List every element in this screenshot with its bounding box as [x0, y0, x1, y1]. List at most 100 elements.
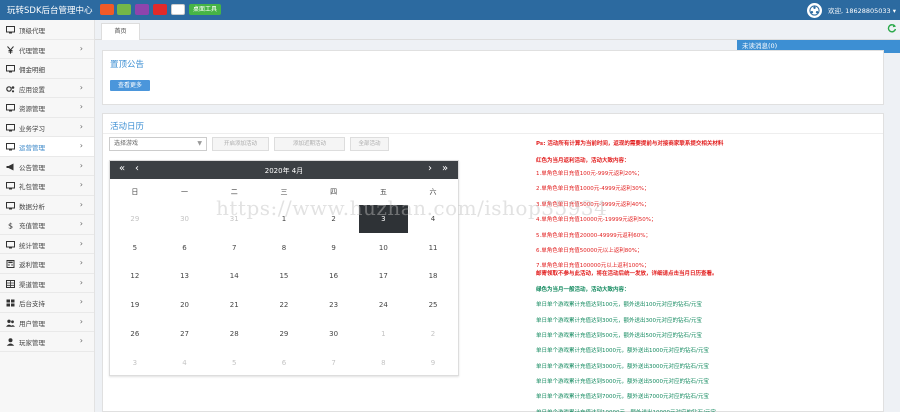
- calendar-day[interactable]: 27: [160, 320, 210, 348]
- user-welcome[interactable]: 欢迎, 18628805033 ▾: [828, 5, 896, 15]
- user-icon: [6, 338, 15, 346]
- calendar-day[interactable]: 24: [359, 291, 409, 319]
- toolbar-button-3[interactable]: [135, 4, 149, 15]
- sidebar-item-7[interactable]: 运营管理 ›: [0, 137, 94, 157]
- calendar-day[interactable]: 11: [408, 234, 458, 262]
- sidebar-item-label: 资源管理: [19, 105, 45, 113]
- sidebar-item-9[interactable]: 礼包管理 ›: [0, 176, 94, 196]
- refresh-icon[interactable]: [887, 23, 897, 33]
- game-select[interactable]: 选择游戏 ▼: [109, 137, 207, 151]
- sidebar-item-13[interactable]: 返利管理 ›: [0, 254, 94, 274]
- note-line: 红色为当月返利活动，活动大致内容：: [536, 158, 630, 164]
- watermark: https://www.huzhan.com/ishop35934: [216, 196, 608, 220]
- sidebar-item-label: 数据分析: [19, 202, 45, 211]
- calendar-day[interactable]: 7: [309, 349, 359, 377]
- note-line: 单日单个游戏累计充值达到300元，额外送出300元对应的钻石/元宝: [536, 318, 702, 324]
- sidebar-item-5[interactable]: 资源管理 ›: [0, 98, 94, 118]
- sidebar-item-3[interactable]: 佣金明细: [0, 59, 94, 79]
- sidebar-item-label: 顶级代理: [19, 27, 45, 35]
- open-add-activity-button[interactable]: 开启添加活动: [212, 137, 269, 151]
- activity-calendar-panel: 活动日历 选择游戏 ▼ 开启添加活动 添加近期活动 全部活动 « ‹ 2020年…: [102, 113, 884, 412]
- monitor-icon: [6, 143, 15, 151]
- calendar-day[interactable]: 3: [110, 349, 160, 377]
- calendar-day[interactable]: 14: [209, 262, 259, 290]
- all-activities-button[interactable]: 全部活动: [350, 137, 389, 151]
- calendar-day[interactable]: 5: [110, 234, 160, 262]
- sidebar-item-10[interactable]: 数据分析 ›: [0, 196, 94, 215]
- calendar-day[interactable]: 17: [359, 262, 409, 290]
- sidebar-item-11[interactable]: $ 充值管理 ›: [0, 215, 94, 235]
- calendar-day[interactable]: 6: [259, 349, 309, 377]
- toolbar-button-4[interactable]: [153, 4, 167, 15]
- tab-home[interactable]: 首页: [101, 23, 140, 40]
- calendar-day[interactable]: 30: [309, 320, 359, 348]
- add-recent-activity-button[interactable]: 添加近期活动: [274, 137, 345, 151]
- calendar-day[interactable]: 7: [209, 234, 259, 262]
- user-menu[interactable]: 欢迎, 18628805033 ▾: [807, 2, 896, 18]
- calendar-day[interactable]: 9: [309, 234, 359, 262]
- sidebar-item-17[interactable]: 玩家管理 ›: [0, 332, 94, 352]
- sidebar-item-15[interactable]: 后台支持 ›: [0, 293, 94, 313]
- calendar-day[interactable]: 29: [259, 320, 309, 348]
- sidebar-item-1[interactable]: 顶级代理: [0, 20, 94, 40]
- calendar-day[interactable]: 19: [110, 291, 160, 319]
- calendar-day[interactable]: 8: [259, 234, 309, 262]
- monitor-icon: [6, 182, 15, 190]
- note-line: 绿色为当月一般活动，活动大致内容：: [536, 287, 630, 293]
- calendar-day[interactable]: 9: [408, 349, 458, 377]
- calendar-day[interactable]: 2: [408, 320, 458, 348]
- calendar: « ‹ 2020年 4月 › » 日一二三四五六 29 30 31 1 2 3 4 5 6 7 8 9 1…: [109, 160, 459, 376]
- sidebar-item-label: 佣金明细: [19, 66, 45, 74]
- calendar-day[interactable]: 15: [259, 262, 309, 290]
- chevron-right-icon: ›: [79, 316, 83, 326]
- calendar-day[interactable]: 10: [359, 234, 409, 262]
- next-month-icon[interactable]: ›: [428, 164, 432, 174]
- toolbar-button-6[interactable]: 桌面工具: [189, 4, 221, 15]
- sidebar-item-14[interactable]: 渠道管理 ›: [0, 274, 94, 293]
- chevron-right-icon: ›: [79, 277, 83, 287]
- sidebar-item-2[interactable]: 代理管理 ›: [0, 40, 94, 59]
- calendar-day[interactable]: 1: [359, 320, 409, 348]
- sidebar-item-8[interactable]: 公告管理 ›: [0, 157, 94, 176]
- calendar-day[interactable]: 25: [408, 291, 458, 319]
- sidebar-item-label: 业务学习: [19, 124, 45, 133]
- toolbar-button-2[interactable]: [117, 4, 131, 15]
- view-more-button[interactable]: 查看更多: [110, 80, 150, 91]
- toolbar-button-1[interactable]: [100, 4, 114, 15]
- calendar-day[interactable]: 20: [160, 291, 210, 319]
- calendar-day[interactable]: 4: [160, 349, 210, 377]
- sidebar-item-4[interactable]: 应用设置 ›: [0, 79, 94, 98]
- sidebar-item-12[interactable]: 统计管理 ›: [0, 235, 94, 254]
- calendar-day[interactable]: 23: [309, 291, 359, 319]
- calendar-day[interactable]: 28: [209, 320, 259, 348]
- toolbar-button-label: 桌面工具: [192, 6, 217, 13]
- table-icon: [6, 279, 15, 288]
- calendar-day[interactable]: 26: [110, 320, 160, 348]
- avatar[interactable]: [807, 2, 823, 18]
- calendar-day[interactable]: 6: [160, 234, 210, 262]
- calendar-month-title: 2020年 4月: [264, 167, 304, 175]
- chevron-right-icon: ›: [79, 199, 83, 209]
- chevron-right-icon: ›: [79, 102, 83, 111]
- sidebar-item-6[interactable]: 业务学习 ›: [0, 118, 94, 137]
- chevron-right-icon: ›: [79, 336, 83, 345]
- calendar-day[interactable]: 18: [408, 262, 458, 290]
- calendar-day[interactable]: 16: [309, 262, 359, 290]
- toolbar-button-5[interactable]: [171, 4, 185, 15]
- next-year-icon[interactable]: »: [442, 164, 448, 174]
- calendar-day[interactable]: 30: [160, 205, 210, 233]
- calendar-day[interactable]: 22: [259, 291, 309, 319]
- game-select-value: 选择游戏: [114, 140, 139, 147]
- calendar-day[interactable]: 13: [160, 262, 210, 290]
- calendar-day[interactable]: 12: [110, 262, 160, 290]
- top-bar: 玩转SDK后台管理中心 桌面工具 欢迎, 18628805033 ▾: [0, 0, 900, 20]
- sidebar-item-label: 统计管理: [19, 241, 45, 250]
- calendar-day[interactable]: 8: [359, 349, 409, 377]
- sidebar-item-16[interactable]: 用户管理 ›: [0, 313, 94, 332]
- monitor-icon: [6, 201, 15, 210]
- calendar-day[interactable]: 21: [209, 291, 259, 319]
- calendar-day[interactable]: 29: [110, 205, 160, 233]
- caret-down-icon: ▼: [197, 140, 202, 147]
- calendar-day[interactable]: 5: [209, 349, 259, 377]
- grid-icon: [6, 299, 15, 307]
